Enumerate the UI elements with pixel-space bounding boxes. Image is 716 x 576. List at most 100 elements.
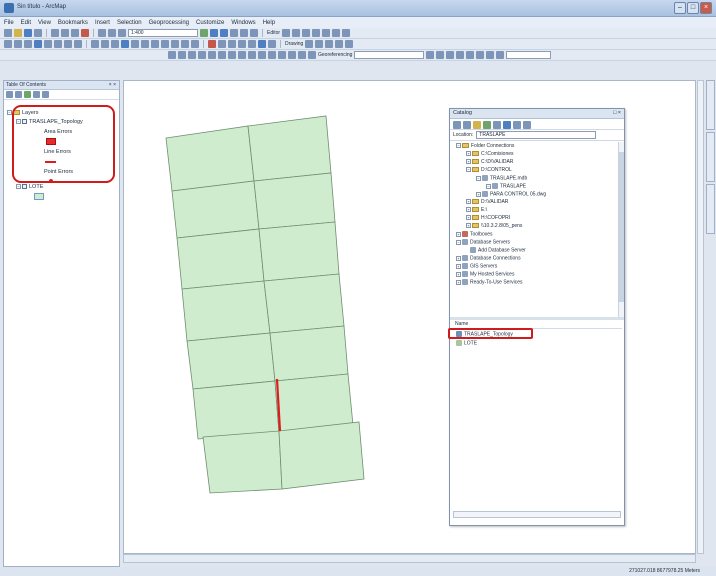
home-folder-icon[interactable] — [483, 121, 491, 129]
parcel[interactable] — [269, 325, 349, 382]
editor-menu[interactable]: Editor — [267, 30, 280, 36]
topology-edit-icon[interactable] — [322, 29, 331, 37]
close-icon[interactable]: × — [700, 2, 712, 14]
back-extent-icon[interactable] — [64, 40, 72, 48]
pan-icon[interactable] — [24, 40, 32, 48]
parcel[interactable] — [202, 430, 283, 494]
parcel[interactable] — [181, 280, 271, 342]
menu-edit[interactable]: Edit — [21, 20, 31, 26]
forward-icon[interactable] — [463, 121, 471, 129]
editor-toolbar-icon[interactable] — [200, 29, 208, 37]
catalog-close-icon[interactable]: □ × — [613, 109, 621, 118]
menu-help[interactable]: Help — [263, 20, 275, 26]
advanced-edit-icon[interactable] — [476, 51, 485, 59]
georef-tool-icon[interactable] — [268, 51, 276, 59]
menu-customize[interactable]: Customize — [196, 20, 224, 26]
advanced-edit-icon[interactable] — [426, 51, 435, 59]
parcel[interactable] — [247, 115, 332, 182]
catalog-tree-item[interactable]: + D:\VALIDAR — [466, 199, 508, 206]
sketch-properties-icon[interactable] — [342, 29, 351, 37]
sketch-tool-icon[interactable] — [292, 29, 301, 37]
scrollbar-thumb[interactable] — [619, 152, 624, 302]
parcel[interactable] — [253, 172, 336, 230]
new-icon[interactable] — [4, 29, 12, 37]
menu-bookmarks[interactable]: Bookmarks — [58, 20, 88, 26]
georef-tool-icon[interactable] — [178, 51, 186, 59]
table-of-contents-icon[interactable] — [210, 29, 218, 37]
catalog-tree-item[interactable]: − Database Servers — [456, 239, 510, 246]
add-data-icon[interactable] — [118, 29, 126, 37]
menu-selection[interactable]: Selection — [117, 20, 142, 26]
advanced-edit-icon[interactable] — [496, 51, 505, 59]
list-by-drawing-order-icon[interactable] — [6, 91, 13, 98]
clear-selection-icon[interactable] — [101, 40, 109, 48]
georef-tool-icon[interactable] — [298, 51, 306, 59]
save-icon[interactable] — [24, 29, 32, 37]
georef-tool-icon[interactable] — [168, 51, 176, 59]
parcel[interactable] — [192, 380, 280, 440]
list-by-selection-icon[interactable] — [33, 91, 40, 98]
advanced-edit-icon[interactable] — [486, 51, 495, 59]
back-icon[interactable] — [453, 121, 461, 129]
trace-tool-icon[interactable] — [312, 29, 321, 37]
catalog-tree-item[interactable]: + Ready-To-Use Services — [456, 279, 523, 286]
menu-view[interactable]: View — [38, 20, 51, 26]
georef-tool-icon[interactable] — [258, 51, 266, 59]
georef-tool-icon[interactable] — [218, 51, 226, 59]
parcel[interactable] — [165, 125, 255, 192]
side-tab[interactable] — [706, 80, 715, 130]
collapse-icon[interactable]: − — [16, 184, 21, 190]
catalog-tree-item[interactable]: + \\10.3.2.8\05_pens — [466, 223, 522, 230]
arctoolbox-icon[interactable] — [240, 29, 248, 37]
catalog-tree-item[interactable]: + C:\D\VALIDAR — [466, 159, 513, 166]
go-to-xy-icon[interactable] — [181, 40, 189, 48]
catalog-tree-item[interactable]: − TRASLAPE — [486, 183, 526, 190]
rectangle-icon[interactable] — [335, 40, 344, 48]
print-icon[interactable] — [34, 29, 42, 37]
map-horizontal-scrollbar[interactable] — [123, 554, 696, 563]
georeferencing-menu[interactable]: Georeferencing — [318, 52, 352, 58]
refresh-icon[interactable] — [523, 121, 531, 129]
menu-geoprocessing[interactable]: Geoprocessing — [149, 20, 189, 26]
parcel[interactable] — [258, 221, 340, 282]
catalog-options-icon[interactable] — [513, 121, 521, 129]
menu-insert[interactable]: Insert — [95, 20, 110, 26]
search-window-icon[interactable] — [230, 29, 238, 37]
advanced-edit-icon[interactable] — [466, 51, 475, 59]
catalog-tree-item[interactable]: + H:\COFOPRI — [466, 215, 510, 222]
edit-tool-icon[interactable] — [282, 29, 291, 37]
catalog-tree-item[interactable]: + C:\Comisiones — [466, 151, 514, 158]
parcel[interactable] — [186, 332, 276, 390]
catalog-tree-item[interactable]: Add Database Server — [470, 247, 526, 254]
error-inspector-icon[interactable] — [228, 40, 236, 48]
topology-validate-icon[interactable] — [208, 40, 216, 48]
undo-icon[interactable] — [98, 29, 106, 37]
topology-fix-icon[interactable] — [218, 40, 226, 48]
advanced-edit-icon[interactable] — [456, 51, 465, 59]
up-one-level-icon[interactable] — [473, 121, 481, 129]
delete-icon[interactable] — [81, 29, 89, 37]
fixed-zoom-out-icon[interactable] — [54, 40, 62, 48]
map-scale-combo[interactable]: 1:400 — [128, 29, 198, 37]
georef-tool-icon[interactable] — [278, 51, 286, 59]
georef-tool-icon[interactable] — [308, 51, 316, 59]
preview-icon[interactable] — [248, 40, 256, 48]
catalog-tree-item[interactable]: + E:\ — [466, 207, 487, 214]
catalog-tree-item[interactable]: + GIS Servers — [456, 263, 497, 270]
georef-tool-icon[interactable] — [188, 51, 196, 59]
find-icon[interactable] — [161, 40, 169, 48]
georef-tool-icon[interactable] — [208, 51, 216, 59]
fixed-zoom-in-icon[interactable] — [44, 40, 52, 48]
side-tab[interactable] — [706, 132, 715, 182]
full-extent-icon[interactable] — [34, 40, 42, 48]
font-combo[interactable] — [506, 51, 552, 59]
catalog-tree-item[interactable]: − TRASLAPE.mdb — [476, 175, 527, 182]
contents-item-lote[interactable]: LOTE — [456, 340, 477, 347]
hyperlink-icon[interactable] — [131, 40, 139, 48]
map-vertical-scrollbar[interactable] — [697, 80, 704, 554]
select-elements-draw-icon[interactable] — [305, 40, 314, 48]
georef-tool-icon[interactable] — [198, 51, 206, 59]
minimize-icon[interactable]: – — [674, 2, 686, 14]
catalog-tree-item[interactable]: + Database Connections — [456, 255, 521, 262]
georef-tool-icon[interactable] — [248, 51, 256, 59]
